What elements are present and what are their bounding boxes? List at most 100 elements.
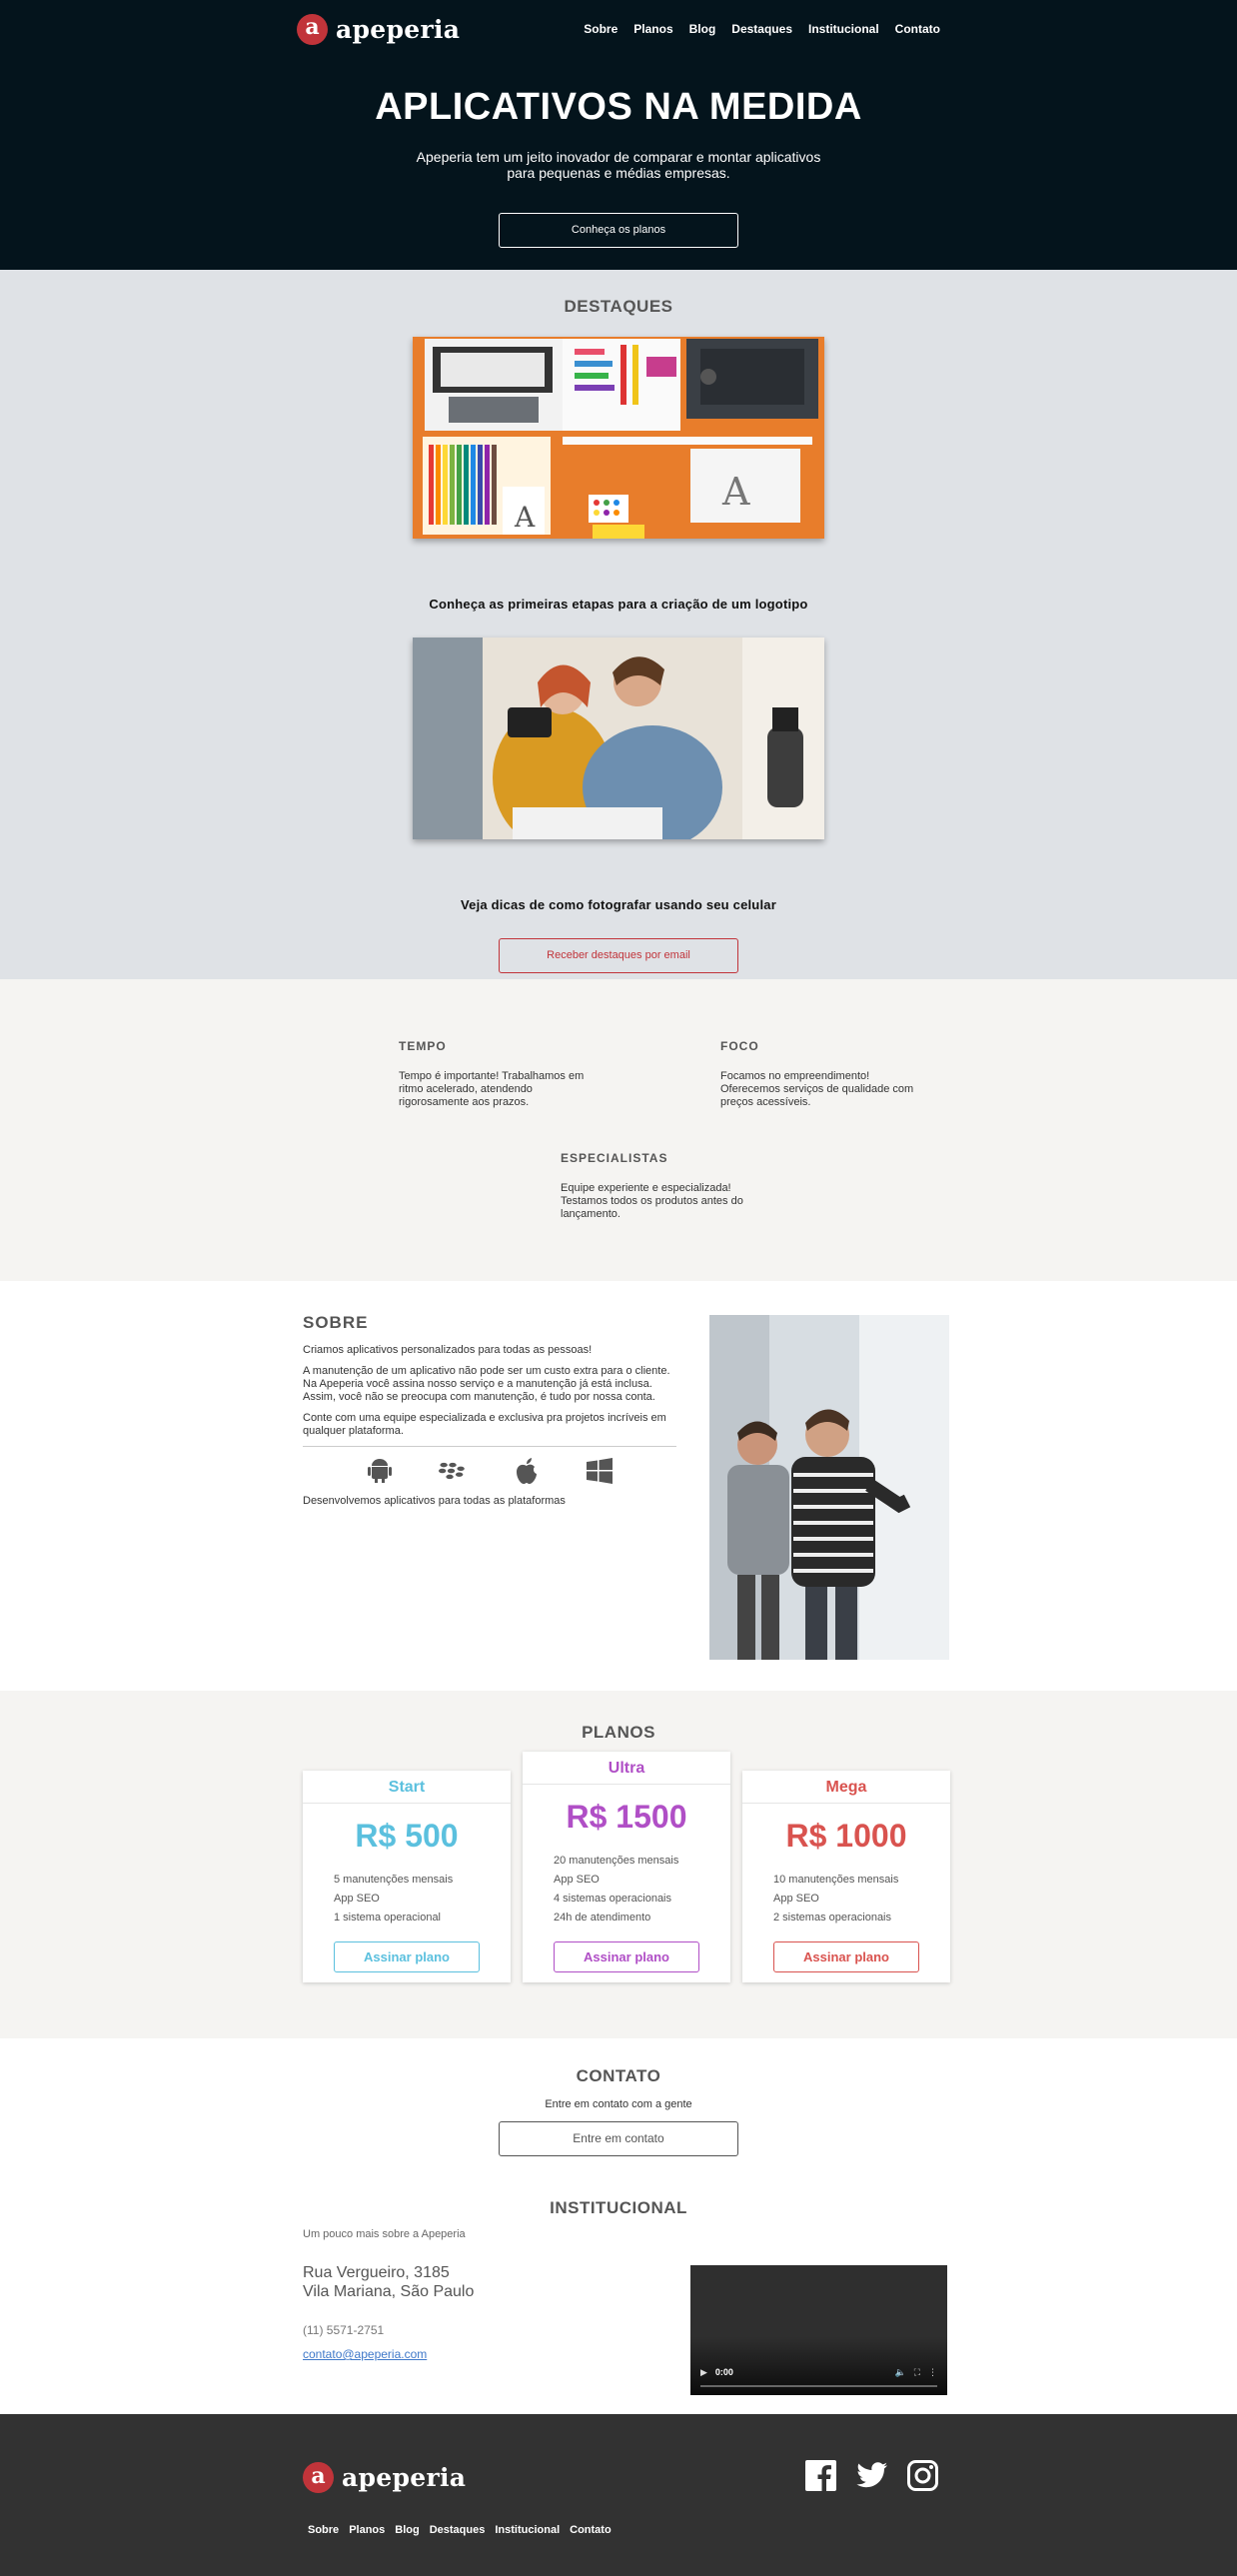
volume-icon[interactable]: 🔈 bbox=[894, 2367, 905, 2378]
sobre-paragraph-1: Criamos aplicativos personalizados para … bbox=[303, 1344, 593, 1356]
email-link[interactable]: contato@apeperia.com bbox=[303, 2347, 474, 2361]
plan-feature: 10 manutenções mensais bbox=[773, 1874, 899, 1886]
video-controls: ▶ 0:00 🔈 ⛶ ⋮ bbox=[700, 2365, 937, 2379]
photography-image[interactable] bbox=[413, 638, 824, 839]
platforms-caption: Desenvolvemos aplicativos para todas as … bbox=[303, 1495, 566, 1507]
plan-card-ultra: Ultra R$ 1500 20 manutenções mensais App… bbox=[523, 1752, 730, 1982]
divider bbox=[303, 1446, 676, 1447]
nav-destaques[interactable]: Destaques bbox=[731, 22, 792, 36]
feature-text: Equipe experiente e especializada! Testa… bbox=[561, 1182, 743, 1220]
footer-nav-blog[interactable]: Blog bbox=[395, 2524, 419, 2536]
team-whiteboard-image bbox=[709, 1315, 949, 1660]
logo-mark: a bbox=[297, 13, 328, 45]
destaques-title: DESTAQUES bbox=[564, 297, 673, 316]
plan-name: Start bbox=[303, 1771, 511, 1804]
subscribe-start-button[interactable]: Assinar plano bbox=[334, 1941, 480, 1972]
contact-button[interactable]: Entre em contato bbox=[499, 2121, 738, 2156]
sobre-title: SOBRE bbox=[303, 1313, 369, 1332]
feature-title: FOCO bbox=[720, 1039, 759, 1053]
feature-text: Tempo é importante! Trabalhamos em ritmo… bbox=[399, 1070, 585, 1108]
plan-card-start: Start R$ 500 5 manutenções mensais App S… bbox=[303, 1771, 511, 1982]
instagram-icon[interactable] bbox=[907, 2460, 938, 2491]
plan-name: Mega bbox=[742, 1771, 950, 1804]
contato-lead: Entre em contato com a gente bbox=[545, 2098, 692, 2110]
footer-nav-destaques[interactable]: Destaques bbox=[430, 2524, 486, 2536]
feature-especialistas: ESPECIALISTAS Equipe experiente e especi… bbox=[561, 1151, 760, 1221]
footer: a apeperia Sobre Planos Blog Destaques I… bbox=[0, 2414, 1237, 2576]
plan-feature: 2 sistemas operacionais bbox=[773, 1912, 892, 1924]
subscribe-mega-button[interactable]: Assinar plano bbox=[773, 1941, 919, 1972]
address-line-2: Vila Mariana, São Paulo bbox=[303, 2283, 475, 2300]
sobre-paragraph-3: Conte com uma equipe especializada e exc… bbox=[303, 1412, 666, 1437]
plan-name: Ultra bbox=[523, 1752, 730, 1785]
sobre-section: SOBRE Criamos aplicativos personalizados… bbox=[0, 1281, 1237, 1691]
plan-feature: 5 manutenções mensais bbox=[334, 1874, 454, 1886]
plan-features: 10 manutenções mensais App SEO 2 sistema… bbox=[773, 1871, 950, 1928]
plan-features: 5 manutenções mensais App SEO 1 sistema … bbox=[334, 1871, 511, 1928]
apple-icon bbox=[513, 1457, 541, 1485]
plan-feature: 1 sistema operacional bbox=[334, 1912, 442, 1924]
plan-feature: App SEO bbox=[554, 1874, 600, 1886]
logo-text: apeperia bbox=[336, 14, 461, 44]
address: Rua Vergueiro, 3185 Vila Mariana, São Pa… bbox=[303, 2263, 474, 2301]
receive-highlights-button[interactable]: Receber destaques por email bbox=[499, 938, 738, 973]
plan-feature: App SEO bbox=[334, 1893, 380, 1905]
destaque-caption-2[interactable]: Veja dicas de como fotografar usando seu… bbox=[0, 897, 1237, 912]
logo-mark: a bbox=[303, 2462, 334, 2493]
nav-planos[interactable]: Planos bbox=[633, 22, 672, 36]
phone-number: (11) 5571-2751 bbox=[303, 2323, 385, 2337]
institucional-title: INSTITUCIONAL bbox=[550, 2198, 687, 2217]
plan-price: R$ 1000 bbox=[785, 1818, 907, 1854]
logo-text: apeperia bbox=[342, 2463, 467, 2492]
blackberry-icon bbox=[439, 1457, 467, 1485]
plan-features: 20 manutenções mensais App SEO 4 sistema… bbox=[554, 1852, 730, 1928]
fullscreen-icon[interactable]: ⛶ bbox=[914, 2367, 920, 2378]
feature-text: Focamos no empreendimento! Oferecemos se… bbox=[720, 1070, 914, 1108]
footer-nav: Sobre Planos Blog Destaques Instituciona… bbox=[308, 2524, 612, 2536]
video-player[interactable]: ▶ 0:00 🔈 ⛶ ⋮ bbox=[690, 2265, 947, 2395]
subscribe-ultra-button[interactable]: Assinar plano bbox=[554, 1941, 699, 1972]
hero-header: a apeperia Sobre Planos Blog Destaques I… bbox=[0, 0, 1237, 270]
plan-feature: 4 sistemas operacionais bbox=[554, 1893, 672, 1905]
nav-contato[interactable]: Contato bbox=[895, 22, 940, 36]
nav-sobre[interactable]: Sobre bbox=[584, 22, 618, 36]
feature-title: TEMPO bbox=[399, 1039, 447, 1053]
logo[interactable]: a apeperia bbox=[297, 13, 461, 45]
svg-text:A: A bbox=[721, 470, 750, 514]
windows-icon bbox=[586, 1457, 614, 1485]
hero-title: APLICATIVOS NA MEDIDA bbox=[375, 86, 862, 128]
contato-title: CONTATO bbox=[576, 2066, 661, 2085]
feature-foco: FOCO Focamos no empreendimento! Oferecem… bbox=[720, 1039, 920, 1109]
nav-blog[interactable]: Blog bbox=[689, 22, 716, 36]
footer-logo[interactable]: a apeperia bbox=[303, 2462, 466, 2493]
footer-nav-contato[interactable]: Contato bbox=[570, 2524, 612, 2536]
video-progress-track[interactable] bbox=[700, 2385, 937, 2387]
plan-price: R$ 500 bbox=[355, 1818, 459, 1854]
plan-feature: 20 manutenções mensais bbox=[554, 1855, 679, 1867]
plan-feature: App SEO bbox=[773, 1893, 819, 1905]
play-icon[interactable]: ▶ bbox=[700, 2367, 707, 2378]
svg-text:A: A bbox=[514, 501, 536, 534]
social-links bbox=[805, 2460, 938, 2491]
plan-price: R$ 1500 bbox=[566, 1799, 687, 1835]
more-options-icon[interactable]: ⋮ bbox=[928, 2367, 937, 2378]
hero-subtitle: Apeperia tem um jeito inovador de compar… bbox=[416, 149, 821, 181]
plan-card-mega: Mega R$ 1000 10 manutenções mensais App … bbox=[742, 1771, 950, 1982]
twitter-icon[interactable] bbox=[856, 2460, 887, 2491]
destaques-section: DESTAQUES A A Conheça as primeiras etapa… bbox=[0, 270, 1237, 979]
footer-nav-sobre[interactable]: Sobre bbox=[308, 2524, 339, 2536]
nav-institucional[interactable]: Institucional bbox=[808, 22, 879, 36]
platforms-row bbox=[303, 1457, 676, 1485]
facebook-icon[interactable] bbox=[805, 2460, 836, 2491]
android-icon bbox=[366, 1457, 394, 1485]
design-tools-image[interactable]: A A bbox=[413, 337, 824, 539]
contato-section: CONTATO Entre em contato com a gente Ent… bbox=[0, 2038, 1237, 2414]
destaque-caption-1[interactable]: Conheça as primeiras etapas para a criaç… bbox=[0, 597, 1237, 612]
feature-tempo: TEMPO Tempo é importante! Trabalhamos em… bbox=[399, 1039, 599, 1109]
see-plans-button[interactable]: Conheça os planos bbox=[499, 213, 738, 248]
plan-feature: 24h de atendimento bbox=[554, 1912, 651, 1924]
footer-nav-planos[interactable]: Planos bbox=[349, 2524, 385, 2536]
main-nav: Sobre Planos Blog Destaques Instituciona… bbox=[584, 22, 940, 36]
footer-nav-institucional[interactable]: Institucional bbox=[495, 2524, 560, 2536]
institucional-info: Um pouco mais sobre a Apeperia Rua Vergu… bbox=[303, 2228, 474, 2361]
